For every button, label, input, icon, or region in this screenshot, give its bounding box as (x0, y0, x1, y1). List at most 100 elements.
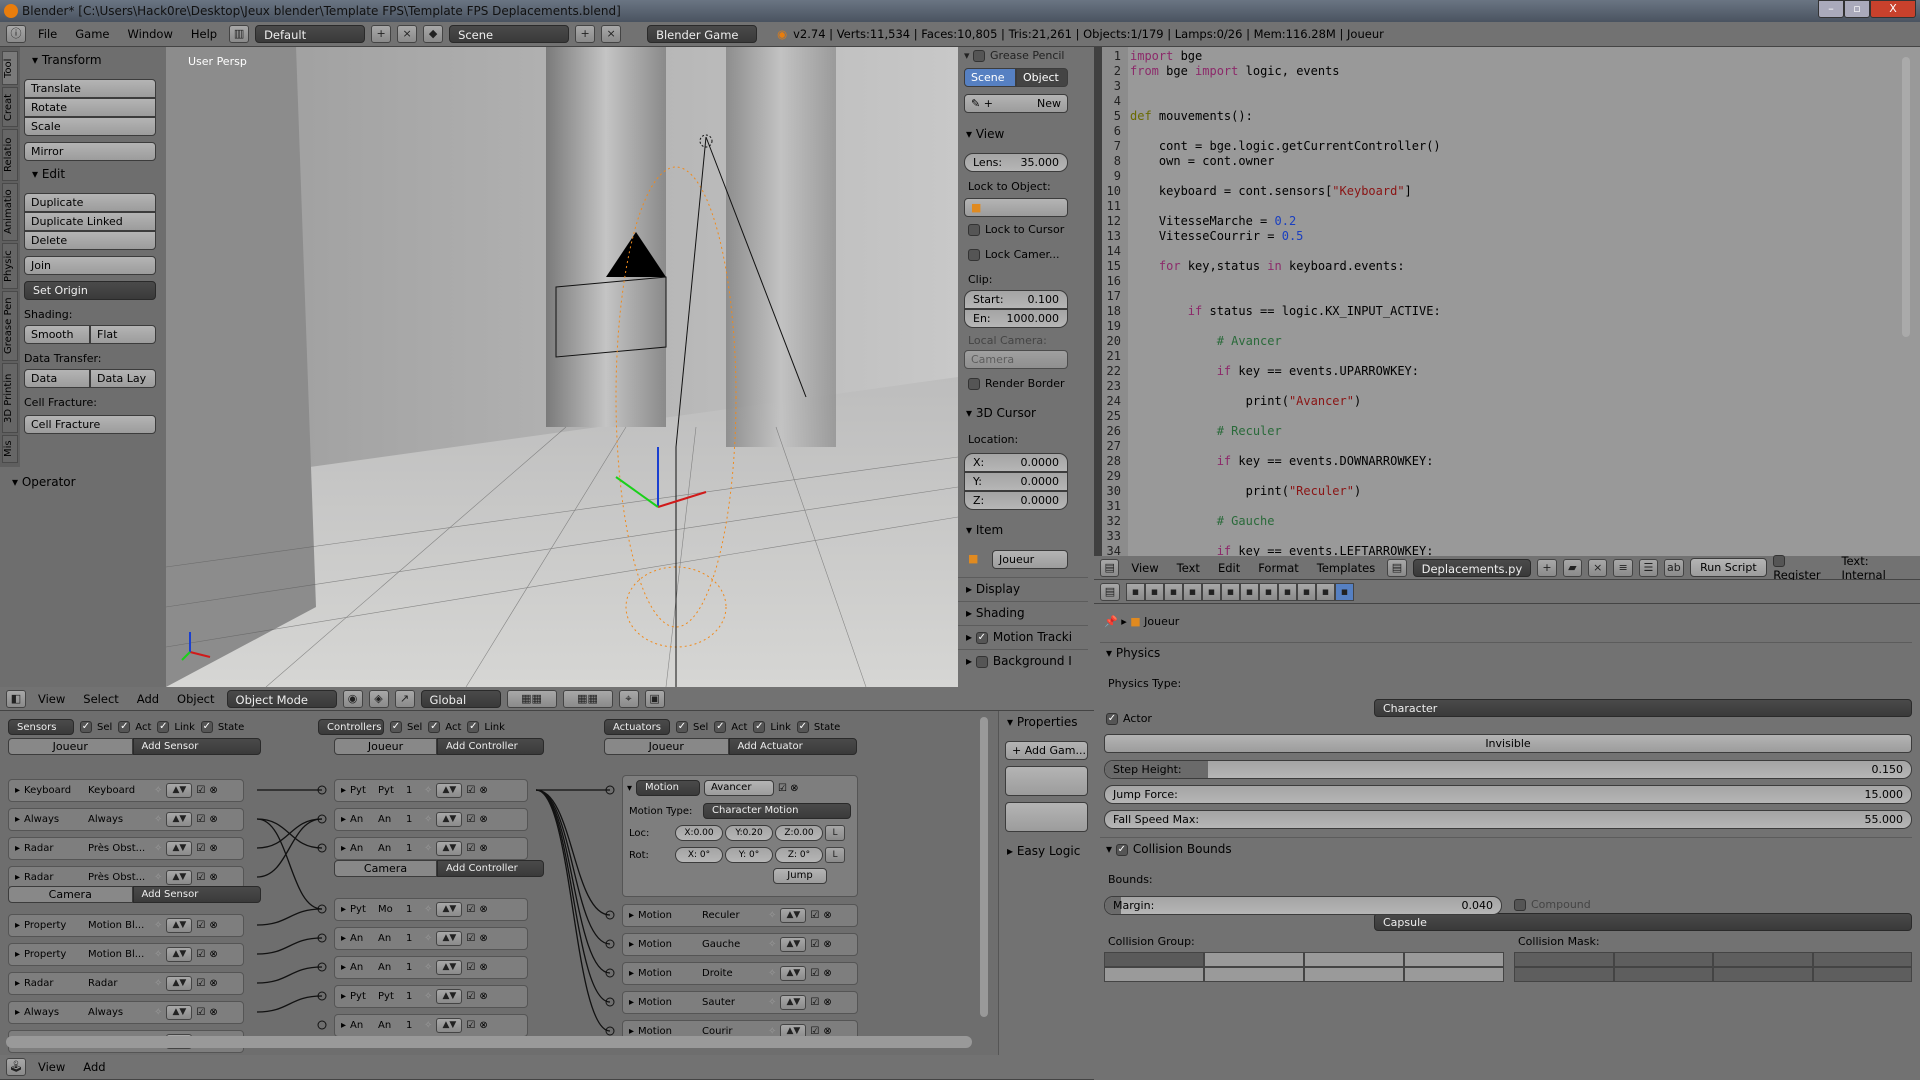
pin-icon[interactable]: ✧ (154, 872, 162, 883)
manipulator-icon[interactable]: ↗ (394, 689, 415, 708)
delete-button[interactable]: Delete (24, 231, 156, 250)
controller-brick[interactable]: ▸ Pyt Mo 1 ✧ ▲▼ ☑ ⊗ (334, 898, 528, 921)
panel-properties-title[interactable]: ▾ Properties (999, 711, 1094, 733)
add-sensor-select[interactable]: Add Sensor (132, 886, 261, 903)
menu-object[interactable]: Object (171, 692, 220, 706)
remove-icon[interactable]: ⊗ (209, 872, 217, 883)
object-toggle[interactable]: Object (1016, 68, 1068, 87)
collision-layer-toggle[interactable] (1514, 967, 1614, 982)
remove-icon[interactable]: ⊗ (209, 785, 217, 796)
logic-editor-icon[interactable]: 🕹 (6, 1058, 26, 1076)
expand-icon[interactable]: ▸ (341, 904, 346, 915)
active-checkbox-icon[interactable]: ☑ (196, 872, 205, 883)
world-tab-icon[interactable]: ▪ (1183, 582, 1202, 601)
add-game-property-button[interactable]: + Add Gam... (1005, 741, 1088, 760)
expand-icon[interactable]: ▸ (629, 968, 634, 979)
pin-icon[interactable]: ✧ (154, 785, 162, 796)
tool-shelf-tab[interactable]: Grease Pen (2, 291, 18, 361)
rotate-button[interactable]: Rotate (24, 98, 156, 117)
remove-icon[interactable]: ⊗ (479, 991, 487, 1002)
menu-file[interactable]: File (32, 27, 63, 41)
rot-field[interactable]: X: 0° (675, 847, 723, 863)
info-editor-icon[interactable]: ⓘ (6, 25, 26, 43)
collision-layer-toggle[interactable] (1404, 952, 1504, 967)
active-checkbox-icon[interactable]: ☑ (466, 785, 475, 796)
actuators-select[interactable]: Actuators (604, 719, 670, 735)
tool-shelf-tab[interactable]: Physic (2, 243, 18, 289)
remove-icon[interactable]: ⊗ (209, 843, 217, 854)
object-toggle[interactable]: Camera (8, 886, 133, 903)
filter-act-checkbox[interactable]: ✓ Act (118, 721, 151, 733)
sensor-brick[interactable]: ▸ Property Motion Bl... ✧ ▲▼ ☑ ⊗ (8, 914, 244, 937)
rot-field[interactable]: Y: 0° (725, 847, 773, 863)
move-arrows-icon[interactable]: ▲▼ (166, 1005, 193, 1020)
actuator-brick[interactable]: ▸ Motion Reculer ✧ ▲▼ ☑ ⊗ (622, 904, 858, 927)
word-wrap-icon[interactable]: ☰ (1638, 558, 1659, 577)
collision-layer-toggle[interactable] (1812, 952, 1912, 967)
add-layout-icon[interactable]: + (371, 25, 392, 43)
cell-fracture-button[interactable]: Cell Fracture (24, 415, 156, 434)
physics-type-select[interactable]: Character (1374, 699, 1912, 717)
menu-view[interactable]: View (1125, 561, 1164, 575)
object-toggle[interactable]: Camera (334, 860, 437, 877)
active-checkbox-icon[interactable]: ☑ (196, 785, 205, 796)
panel-background-title[interactable]: ▸ Background I (958, 649, 1088, 673)
active-checkbox-icon[interactable]: ☑ (466, 1020, 475, 1031)
expand-icon[interactable]: ▸ (15, 1007, 20, 1018)
sensor-brick[interactable]: ▸ Radar Près Obst... ✧ ▲▼ ☑ ⊗ (8, 837, 244, 860)
panel-item-title[interactable]: ▾ Item (958, 519, 1003, 541)
editor-type-icon[interactable]: ◧ (6, 689, 26, 708)
expand-icon[interactable]: ▸ (341, 843, 346, 854)
pin-icon[interactable]: ✧ (154, 978, 162, 989)
motion-type-select[interactable]: Character Motion (703, 803, 851, 819)
orientation-select[interactable]: Global (420, 689, 501, 708)
tool-shelf-tab[interactable]: Mis (2, 435, 18, 463)
game-property-row[interactable] (1005, 766, 1088, 796)
panel-transform-title[interactable]: ▾ Transform (24, 49, 156, 71)
cursor-y-field[interactable]: Y: 0.0000 (964, 472, 1068, 491)
physics-tab-icon[interactable]: ▪ (1335, 582, 1354, 601)
data-tab-icon[interactable]: ▪ (1259, 582, 1278, 601)
controller-brick[interactable]: ▸ Pyt Pyt 1 ✧ ▲▼ ☑ ⊗ (334, 985, 528, 1008)
pivot-icon[interactable]: ◈ (368, 689, 389, 708)
expand-icon[interactable]: ▸ (341, 1020, 346, 1031)
object-toggle[interactable]: Joueur (604, 738, 729, 755)
particles-tab-icon[interactable]: ▪ (1316, 582, 1335, 601)
menu-format[interactable]: Format (1252, 561, 1305, 575)
actuator-brick[interactable]: ▸ Motion Sauter ✧ ▲▼ ☑ ⊗ (622, 991, 858, 1014)
tool-shelf-tab[interactable]: 3D Printin (2, 363, 18, 433)
add-scene-icon[interactable]: + (575, 25, 596, 43)
object-toggle[interactable]: Joueur (8, 738, 133, 755)
jump-toggle[interactable]: Jump (773, 868, 827, 884)
move-arrows-icon[interactable]: ▲▼ (166, 976, 193, 991)
pin-icon[interactable]: ✧ (424, 904, 432, 915)
loc-field[interactable]: Y:0.20 (725, 825, 773, 841)
menu-templates[interactable]: Templates (1311, 561, 1381, 575)
remove-icon[interactable]: ⊗ (479, 1020, 487, 1031)
close-button[interactable]: X (1870, 0, 1916, 18)
invisible-toggle[interactable]: Invisible (1104, 734, 1912, 753)
move-arrows-icon[interactable]: ▲▼ (166, 947, 193, 962)
pin-icon[interactable]: ✧ (768, 997, 776, 1008)
remove-icon[interactable]: ⊗ (823, 939, 831, 950)
render-border-checkbox[interactable]: Render Border (968, 377, 1065, 390)
compound-checkbox[interactable]: Compound (1514, 898, 1591, 911)
panel-easy-logic-title[interactable]: ▸ Easy Logic (999, 840, 1094, 862)
cursor-x-field[interactable]: X: 0.0000 (964, 453, 1068, 472)
jump-force-field[interactable]: Jump Force: 15.000 (1104, 785, 1912, 804)
lock-camera-checkbox[interactable]: Lock Camer... (968, 248, 1060, 261)
sensor-brick[interactable]: ▸ Always Always ✧ ▲▼ ☑ ⊗ (8, 1001, 244, 1024)
active-checkbox-icon[interactable]: ☑ (196, 814, 205, 825)
remove-icon[interactable]: ⊗ (479, 904, 487, 915)
render-icon[interactable]: ▣ (644, 689, 665, 708)
minimize-button[interactable]: – (1818, 0, 1844, 18)
panel-display-title[interactable]: ▸ Display (958, 577, 1088, 601)
local-toggle[interactable]: L (825, 825, 845, 841)
panel-physics-title[interactable]: ▾ Physics (1098, 642, 1160, 664)
mode-select[interactable]: Object Mode (226, 689, 337, 708)
tool-shelf-tab[interactable]: Tool (2, 51, 18, 85)
move-arrows-icon[interactable]: ▲▼ (436, 902, 463, 917)
delete-scene-icon[interactable]: × (601, 25, 622, 43)
pin-icon[interactable]: ✧ (424, 814, 432, 825)
collision-layer-toggle[interactable] (1204, 952, 1304, 967)
